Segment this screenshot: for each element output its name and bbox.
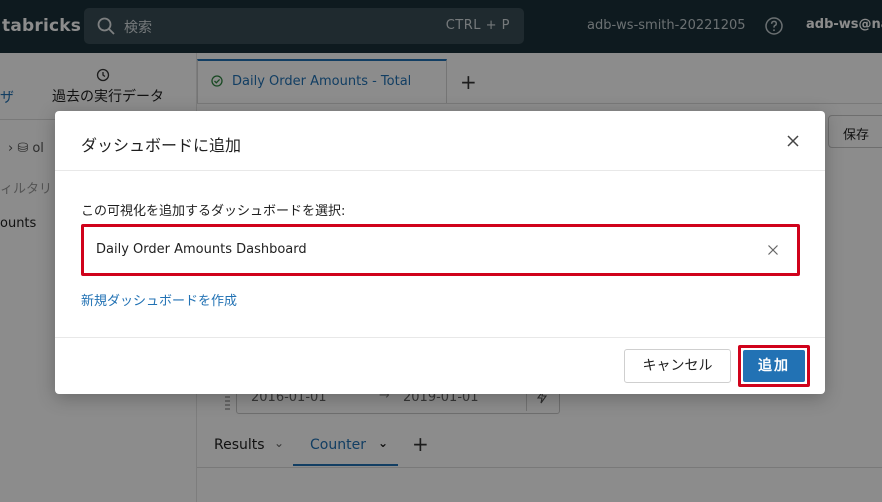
add-to-dashboard-dialog: ダッシュボードに追加 この可視化を追加するダッシュボードを選択: Daily O… [55,111,825,394]
add-button[interactable]: 追加 [743,350,805,382]
create-new-dashboard-link[interactable]: 新規ダッシュボードを作成 [81,290,237,309]
selected-dashboard: Daily Order Amounts Dashboard [96,242,307,257]
dialog-header-divider [55,170,825,171]
dashboard-select[interactable]: Daily Order Amounts Dashboard [81,224,800,276]
close-icon[interactable] [785,133,801,149]
clear-icon[interactable] [767,244,779,256]
dialog-footer-divider [55,337,825,338]
add-button-highlight: 追加 [738,345,810,387]
dashboard-select-label: この可視化を追加するダッシュボードを選択: [81,204,346,219]
cancel-button[interactable]: キャンセル [624,349,731,383]
dialog-title: ダッシュボードに追加 [81,136,242,155]
